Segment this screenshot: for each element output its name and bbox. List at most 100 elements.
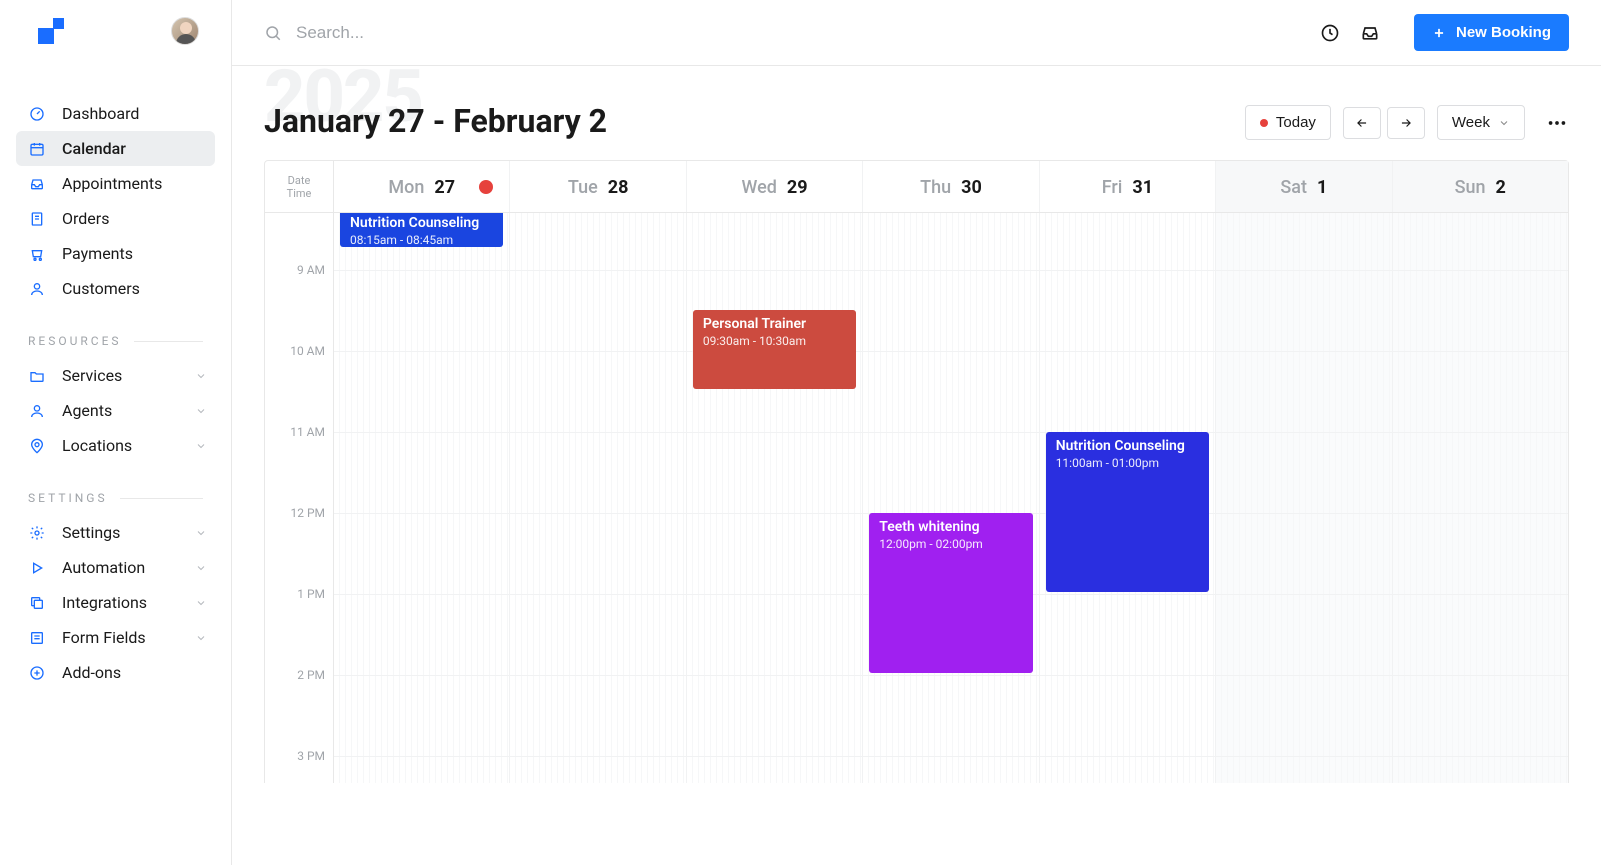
receipt-icon: [28, 210, 46, 228]
nav-item-settings[interactable]: Settings: [16, 515, 215, 550]
pin-icon: [28, 437, 46, 455]
nav-label: Calendar: [62, 139, 126, 158]
more-button[interactable]: [1545, 111, 1569, 135]
section-label: Resources: [28, 334, 203, 348]
day-column[interactable]: [510, 213, 686, 783]
nav-item-calendar[interactable]: Calendar: [16, 131, 215, 166]
nav-item-appointments[interactable]: Appointments: [16, 166, 215, 201]
nav-label: Payments: [62, 244, 133, 263]
copy-icon: [28, 594, 46, 612]
time-label: 3 PM: [297, 749, 325, 763]
nav-item-payments[interactable]: Payments: [16, 236, 215, 271]
nav-item-automation[interactable]: Automation: [16, 550, 215, 585]
day-column[interactable]: Nutrition Counseling08:15am - 08:45am: [334, 213, 510, 783]
nav-label: Settings: [62, 523, 120, 542]
nav-item-form-fields[interactable]: Form Fields: [16, 620, 215, 655]
chevron-down-icon: [195, 440, 207, 452]
calendar-event[interactable]: Personal Trainer 09:30am - 10:30am: [693, 310, 856, 389]
gear-icon: [28, 524, 46, 542]
nav-item-dashboard[interactable]: Dashboard: [16, 96, 215, 131]
plus-circle-icon: [28, 664, 46, 682]
nav-label: Dashboard: [62, 104, 139, 123]
event-title: Nutrition Counseling: [350, 215, 493, 231]
avatar[interactable]: [171, 17, 199, 45]
nav-label: Form Fields: [62, 628, 146, 647]
day-of-week: Sun: [1455, 177, 1486, 198]
day-header[interactable]: Thu30: [863, 161, 1039, 212]
chevron-down-icon: [195, 562, 207, 574]
nav-item-add-ons[interactable]: Add-ons: [16, 655, 215, 690]
day-column[interactable]: [1216, 213, 1392, 783]
day-column[interactable]: [1393, 213, 1568, 783]
chevron-down-icon: [195, 597, 207, 609]
event-title: Nutrition Counseling: [1056, 438, 1199, 454]
today-indicator-icon: [479, 180, 493, 194]
event-time: 09:30am - 10:30am: [703, 334, 846, 348]
nav-label: Orders: [62, 209, 109, 228]
day-number: 30: [961, 177, 982, 198]
chevron-down-icon: [195, 405, 207, 417]
calendar-event[interactable]: Teeth whitening 12:00pm - 02:00pm: [869, 513, 1032, 673]
new-booking-label: New Booking: [1456, 24, 1551, 41]
cart-icon: [28, 245, 46, 263]
day-of-week: Fri: [1102, 177, 1123, 198]
day-number: 29: [787, 177, 808, 198]
event-title: Personal Trainer: [703, 316, 846, 332]
folder-icon: [28, 367, 46, 385]
app-logo[interactable]: [38, 18, 64, 44]
day-of-week: Sat: [1280, 177, 1307, 198]
time-column: 9 AM10 AM11 AM12 PM1 PM2 PM3 PM: [265, 213, 334, 783]
sidebar: Dashboard Calendar Appointments Orders Payme…: [0, 0, 232, 865]
chevron-down-icon: [195, 632, 207, 644]
prev-button[interactable]: [1343, 107, 1381, 139]
time-label: 11 AM: [290, 425, 325, 439]
view-select[interactable]: Week: [1437, 105, 1525, 140]
day-column[interactable]: Personal Trainer 09:30am - 10:30am: [687, 213, 863, 783]
day-header[interactable]: Sun2: [1393, 161, 1568, 212]
today-dot-icon: [1260, 119, 1268, 127]
day-column[interactable]: Nutrition Counseling11:00am - 01:00pm: [1040, 213, 1216, 783]
calendar-icon: [28, 140, 46, 158]
play-icon: [28, 559, 46, 577]
header: New Booking: [232, 0, 1601, 66]
day-column[interactable]: Teeth whitening 12:00pm - 02:00pm: [863, 213, 1039, 783]
nav-item-orders[interactable]: Orders: [16, 201, 215, 236]
nav-label: Add-ons: [62, 663, 121, 682]
time-label: 2 PM: [297, 668, 325, 682]
view-label: Week: [1452, 114, 1490, 131]
day-header[interactable]: Mon27: [334, 161, 510, 212]
nav-item-services[interactable]: Services: [16, 358, 215, 393]
new-booking-button[interactable]: New Booking: [1414, 14, 1569, 51]
nav-item-integrations[interactable]: Integrations: [16, 585, 215, 620]
nav-label: Agents: [62, 401, 112, 420]
nav-item-locations[interactable]: Locations: [16, 428, 215, 463]
plus-icon: [1432, 26, 1446, 40]
day-number: 28: [608, 177, 629, 198]
calendar-event[interactable]: Nutrition Counseling11:00am - 01:00pm: [1046, 432, 1209, 592]
user-icon: [28, 280, 46, 298]
nav-item-agents[interactable]: Agents: [16, 393, 215, 428]
nav-label: Services: [62, 366, 122, 385]
day-header[interactable]: Tue28: [510, 161, 686, 212]
search-input[interactable]: [296, 23, 696, 43]
today-button[interactable]: Today: [1245, 105, 1331, 140]
event-title: Teeth whitening: [879, 519, 1022, 535]
search-icon: [264, 24, 282, 42]
nav-item-customers[interactable]: Customers: [16, 271, 215, 306]
calendar-event[interactable]: Nutrition Counseling08:15am - 08:45am: [340, 213, 503, 247]
time-label: 1 PM: [297, 587, 325, 601]
day-header[interactable]: Sat1: [1216, 161, 1392, 212]
day-header[interactable]: Fri31: [1040, 161, 1216, 212]
calendar: DateTimeMon27Tue28Wed29Thu30Fri31Sat1Sun…: [232, 160, 1601, 865]
day-header[interactable]: Wed29: [687, 161, 863, 212]
form-icon: [28, 629, 46, 647]
time-label: 9 AM: [297, 263, 325, 277]
inbox-icon[interactable]: [1360, 23, 1380, 43]
inbox-icon: [28, 175, 46, 193]
clock-icon[interactable]: [1320, 23, 1340, 43]
time-label: 10 AM: [290, 344, 325, 358]
next-button[interactable]: [1387, 107, 1425, 139]
day-number: 27: [434, 177, 455, 198]
event-time: 12:00pm - 02:00pm: [879, 537, 1022, 551]
nav-label: Automation: [62, 558, 145, 577]
